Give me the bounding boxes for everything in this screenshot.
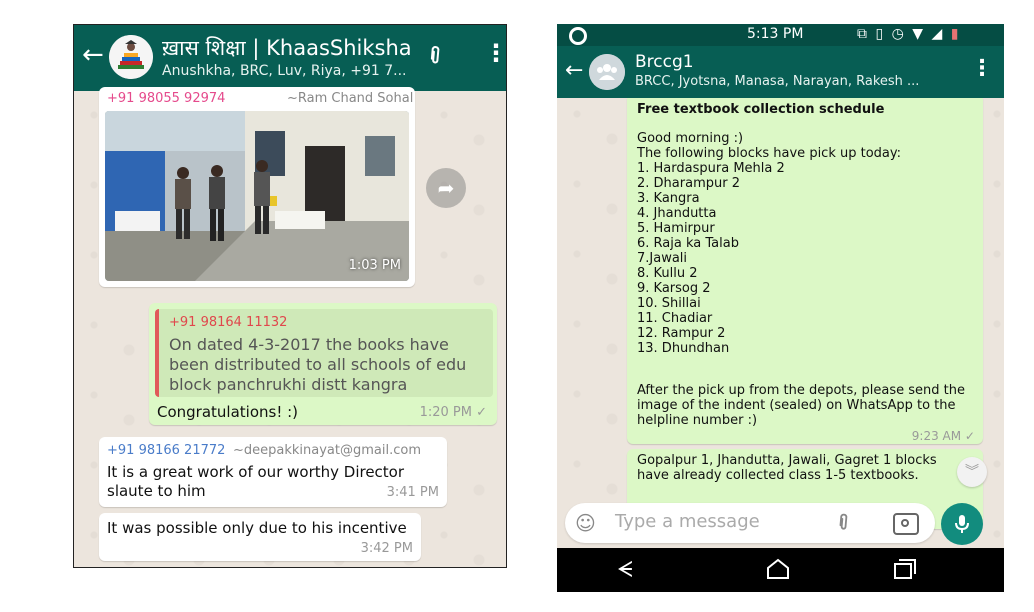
message-text: Gopalpur 1, Jhandutta, Jawali, Gagret 1 …: [637, 453, 937, 483]
status-icons: ⧉ ▯ ◷ ▼ ◢ ▮: [857, 26, 960, 42]
status-time: 5:13 PM: [747, 26, 804, 42]
message-input[interactable]: Type a message: [615, 511, 760, 532]
android-nav-bar: ᗕ: [557, 548, 1004, 592]
list-item: 10. Shillai: [637, 296, 701, 311]
list-item: 2. Dharampur 2: [637, 176, 740, 191]
back-arrow-icon[interactable]: ←: [82, 42, 104, 68]
paperclip-icon[interactable]: [829, 507, 860, 539]
notification-icon: [569, 27, 587, 45]
list-item: 1. Hardaspura Mehla 2: [637, 161, 785, 176]
message-text: It was possible only due to his incentiv…: [107, 519, 407, 537]
recents-nav-icon[interactable]: [893, 558, 917, 586]
emoji-icon[interactable]: ☺: [575, 511, 596, 535]
photo-message[interactable]: +91 98055 92974 ~Ram Chand Sohal 1:03 PM: [99, 87, 415, 287]
alarm-icon: ◷: [891, 26, 906, 42]
incoming-message[interactable]: +91 98166 21772 ~deepakkinayat@gmail.com…: [99, 437, 447, 507]
message-time: 9:23 AM ✓: [911, 429, 975, 443]
shared-photo[interactable]: 1:03 PM: [105, 111, 409, 281]
list-item: 12. Rampur 2: [637, 326, 726, 341]
list-item: 4. Jhandutta: [637, 206, 717, 221]
quoted-message[interactable]: +91 98164 11132 On dated 4-3-2017 the bo…: [155, 309, 493, 397]
message-time: 1:20 PM ✓: [419, 405, 487, 420]
paperclip-icon[interactable]: [420, 39, 455, 75]
message-footer: After the pick up from the depots, pleas…: [637, 383, 966, 428]
message-time: 3:41 PM: [386, 485, 439, 500]
group-participants[interactable]: BRCC, Jyotsna, Manasa, Narayan, Rakesh .…: [635, 74, 919, 89]
camera-lens: [901, 519, 909, 527]
message-time: 1:03 PM: [348, 258, 401, 273]
greeting-line: Good morning :): [637, 131, 744, 146]
list-item: 11. Chadiar: [637, 311, 713, 326]
group-participants[interactable]: Anushkha, BRC, Luv, Riya, +91 7...: [162, 63, 407, 79]
quoted-text: On dated 4-3-2017 the books have been di…: [169, 335, 467, 394]
group-title[interactable]: ख़ास शिक्षा | KhaasShiksha: [162, 34, 412, 62]
more-vert-icon[interactable]: ⋮: [971, 56, 993, 81]
wifi-icon: ▼: [912, 26, 926, 42]
intro-line: The following blocks have pick up today:: [637, 145, 902, 161]
back-arrow-icon[interactable]: ←: [565, 58, 583, 83]
camera-icon[interactable]: [893, 513, 919, 535]
message-text: Congratulations! :): [157, 403, 299, 421]
right-chat-screenshot: 5:13 PM ⧉ ▯ ◷ ▼ ◢ ▮ ← Brccg1 BRCC, Jyots…: [557, 24, 1004, 592]
quoted-sender-phone: +91 98164 11132: [169, 315, 288, 330]
message-greeting: Good morning :) The following blocks hav…: [637, 131, 902, 162]
group-title[interactable]: Brccg1: [635, 52, 694, 72]
chat-header: ← Brccg1 BRCC, Jyotsna, Manasa, Narayan,…: [557, 46, 1004, 98]
list-item: 13. Dhundhan: [637, 341, 730, 356]
sender-name: ~Ram Chand Sohal: [287, 91, 414, 106]
list-item: 3. Kangra: [637, 191, 700, 206]
chevron-down-icon[interactable]: ︾: [957, 457, 987, 487]
list-item: 7.Jawali: [637, 251, 688, 266]
mic-icon[interactable]: [941, 503, 983, 545]
list-item: 5. Hamirpur: [637, 221, 715, 236]
incoming-message[interactable]: It was possible only due to his incentiv…: [99, 513, 421, 561]
status-bar: 5:13 PM ⧉ ▯ ◷ ▼ ◢ ▮: [557, 24, 1004, 46]
group-avatar[interactable]: [109, 35, 153, 79]
vibrate-icon: ▯: [875, 26, 886, 42]
sender-name: ~deepakkinayat@gmail.com: [233, 443, 421, 458]
signal-icon: ◢: [931, 26, 945, 42]
outgoing-message[interactable]: Free textbook collection schedule Good m…: [627, 98, 983, 444]
list-item: 8. Kullu 2: [637, 266, 698, 281]
list-item: 9. Karsog 2: [637, 281, 711, 296]
battery-icon: ▮: [950, 26, 961, 42]
message-title: Free textbook collection schedule: [637, 102, 885, 117]
group-avatar-icon[interactable]: [589, 54, 625, 90]
sender-phone[interactable]: +91 98055 92974: [107, 91, 225, 106]
reply-message[interactable]: +91 98164 11132 On dated 4-3-2017 the bo…: [149, 303, 497, 425]
home-nav-icon[interactable]: [765, 558, 791, 586]
sender-phone[interactable]: +91 98166 21772: [107, 443, 225, 458]
message-input-bar[interactable]: ☺ Type a message: [565, 503, 935, 543]
forward-icon[interactable]: ➦: [426, 168, 466, 208]
list-item: 6. Raja ka Talab: [637, 236, 739, 251]
cast-icon: ⧉: [857, 26, 869, 42]
more-vert-icon[interactable]: ⋮: [484, 39, 506, 67]
message-time: 3:42 PM: [360, 541, 413, 556]
chat-header: ← ख़ास शिक्षा | KhaasShiksha Anushkha, B…: [74, 25, 506, 91]
left-chat-screenshot: ← ख़ास शिक्षा | KhaasShiksha Anushkha, B…: [73, 24, 507, 568]
back-nav-icon[interactable]: ᗕ: [617, 558, 633, 583]
